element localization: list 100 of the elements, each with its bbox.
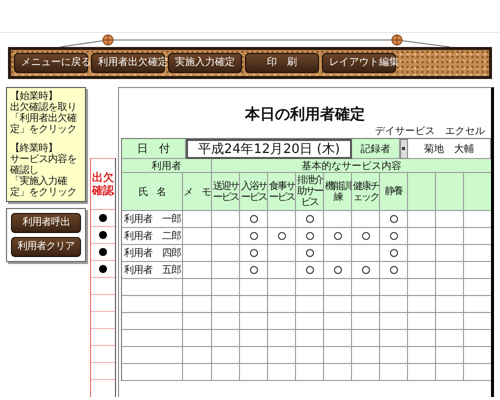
table-cell bbox=[296, 313, 324, 330]
table-cell bbox=[324, 330, 352, 347]
column-header: 氏 名 bbox=[122, 173, 183, 211]
circle-mark-icon bbox=[334, 232, 342, 240]
table-cell bbox=[296, 364, 324, 381]
table-cell bbox=[436, 347, 464, 364]
column-header: 健康チェック bbox=[352, 173, 380, 211]
date-label: 日 付 bbox=[122, 139, 186, 159]
table-cell bbox=[183, 228, 212, 245]
action-button[interactable]: 利用者呼出 bbox=[11, 213, 81, 233]
table-cell bbox=[212, 296, 240, 313]
table-cell bbox=[380, 347, 408, 364]
table-cell bbox=[240, 296, 268, 313]
table-cell bbox=[212, 347, 240, 364]
table-cell bbox=[183, 364, 212, 381]
column-header: 送迎サービス bbox=[212, 173, 240, 211]
table-cell bbox=[380, 296, 408, 313]
table-cell bbox=[122, 330, 183, 347]
table-cell bbox=[380, 364, 408, 381]
table-cell bbox=[183, 296, 212, 313]
table-cell bbox=[408, 313, 436, 330]
column-header: 静養 bbox=[380, 173, 408, 211]
table-cell bbox=[352, 313, 380, 330]
table-cell bbox=[408, 279, 436, 296]
column-header bbox=[464, 173, 491, 211]
table-cell bbox=[212, 330, 240, 347]
circle-mark-icon bbox=[306, 232, 314, 240]
toolbar-button[interactable]: 実施入力確定 bbox=[168, 53, 242, 73]
circle-mark-icon bbox=[306, 215, 314, 223]
table-cell: 利用者 五郎 bbox=[122, 262, 183, 279]
circle-mark-icon bbox=[306, 266, 314, 274]
table-cell bbox=[436, 228, 464, 245]
table-cell bbox=[380, 330, 408, 347]
table-cell bbox=[352, 330, 380, 347]
table-cell bbox=[352, 364, 380, 381]
table-cell bbox=[268, 330, 296, 347]
table-cell bbox=[408, 330, 436, 347]
table-cell bbox=[436, 262, 464, 279]
square-icon bbox=[402, 147, 406, 151]
table-cell bbox=[268, 279, 296, 296]
circle-mark-icon bbox=[362, 232, 370, 240]
table-cell bbox=[436, 364, 464, 381]
table-cell bbox=[212, 279, 240, 296]
table-cell bbox=[240, 330, 268, 347]
table-cell bbox=[436, 245, 464, 262]
table-cell bbox=[436, 296, 464, 313]
note-text: 「実施入力確定」をクリック bbox=[10, 176, 78, 198]
action-button[interactable]: 利用者クリア bbox=[11, 237, 81, 257]
table-cell bbox=[183, 313, 212, 330]
table-cell bbox=[352, 347, 380, 364]
table-cell bbox=[296, 296, 324, 313]
table-cell bbox=[324, 296, 352, 313]
table-cell bbox=[324, 313, 352, 330]
column-header: 基本的なサービス内容 bbox=[212, 159, 491, 173]
table-cell bbox=[183, 347, 212, 364]
note-text: 出欠確認を取り bbox=[10, 102, 78, 113]
table-cell bbox=[296, 330, 324, 347]
toolbar-button[interactable]: メニューに戻る bbox=[14, 53, 88, 73]
table-cell bbox=[380, 313, 408, 330]
table-cell bbox=[183, 279, 212, 296]
table-cell bbox=[352, 296, 380, 313]
note-heading: 【終業時】 bbox=[10, 143, 58, 154]
table-cell bbox=[436, 211, 464, 228]
table-cell bbox=[212, 364, 240, 381]
column-header: 入浴サービス bbox=[240, 173, 268, 211]
circle-mark-icon bbox=[278, 232, 286, 240]
circle-mark-icon bbox=[250, 232, 258, 240]
circle-mark-icon bbox=[306, 249, 314, 257]
circle-mark-icon bbox=[250, 266, 258, 274]
column-header bbox=[436, 173, 464, 211]
table-cell bbox=[240, 347, 268, 364]
table-cell bbox=[268, 347, 296, 364]
column-header: 食事サービス bbox=[268, 173, 296, 211]
circle-mark-icon bbox=[390, 232, 398, 240]
circle-mark-icon bbox=[250, 249, 258, 257]
note-text: サービス内容を確認し bbox=[10, 154, 78, 176]
table-cell: 利用者 四郎 bbox=[122, 245, 183, 262]
column-header: 排泄介助サービス bbox=[296, 173, 324, 211]
circle-mark-icon bbox=[250, 215, 258, 223]
attendance-header: 確認 bbox=[92, 184, 114, 197]
toolbar-button[interactable]: 利用者出欠確定 bbox=[91, 53, 165, 73]
recorder-label: 記録者 bbox=[352, 139, 400, 159]
note-heading: 【始業時】 bbox=[10, 91, 58, 102]
toolbar-button[interactable]: 印 刷 bbox=[245, 53, 319, 73]
circle-mark-icon bbox=[362, 266, 370, 274]
table-cell bbox=[122, 347, 183, 364]
table-cell bbox=[183, 245, 212, 262]
table-cell bbox=[183, 330, 212, 347]
table-cell bbox=[212, 313, 240, 330]
toolbar-button[interactable]: レイアウト編集 bbox=[322, 53, 396, 73]
circle-mark-icon bbox=[334, 266, 342, 274]
table-cell bbox=[183, 211, 212, 228]
table-cell bbox=[408, 347, 436, 364]
dropdown-button[interactable] bbox=[400, 139, 408, 159]
table-cell bbox=[240, 364, 268, 381]
circle-mark-icon bbox=[390, 249, 398, 257]
table-cell bbox=[122, 279, 183, 296]
table-cell bbox=[183, 262, 212, 279]
column-header: 利用者 bbox=[122, 159, 212, 173]
table-cell: 利用者 二郎 bbox=[122, 228, 183, 245]
